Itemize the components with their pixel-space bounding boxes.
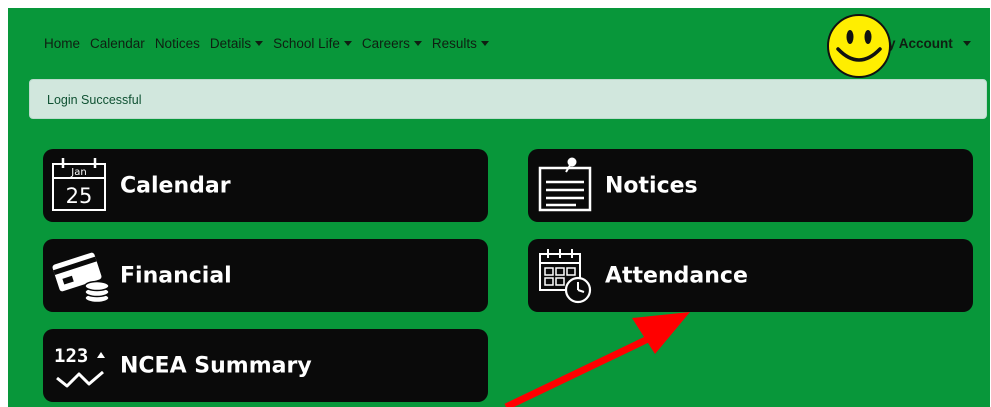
nav-results-dropdown[interactable]: Results — [432, 36, 489, 51]
nav-careers-label: Careers — [361, 36, 410, 51]
notice-board-icon — [538, 157, 592, 212]
top-navbar: Home Calendar Notices Details School Lif… — [8, 8, 990, 80]
nav-home-label: Home — [44, 36, 81, 51]
caret-down-icon — [413, 41, 422, 46]
nav-calendar[interactable]: Calendar — [90, 36, 145, 51]
financial-tile[interactable]: Financial — [43, 239, 488, 312]
ncea-summary-tile-label: NCEA Summary — [120, 353, 312, 378]
calendar-icon-day: 25 — [66, 184, 93, 208]
notices-tile[interactable]: Notices — [528, 149, 973, 222]
nav-careers-dropdown[interactable]: Careers — [362, 36, 422, 51]
nav-notices-label: Notices — [154, 36, 200, 51]
nav-school-life-dropdown[interactable]: School Life — [273, 36, 352, 51]
nav-details-label: Details — [209, 36, 252, 51]
calendar-icon: Jan 25 — [52, 158, 106, 211]
attendance-tile-label: Attendance — [605, 263, 748, 288]
nav-details-dropdown[interactable]: Details — [209, 36, 264, 51]
card-coins-icon — [52, 252, 110, 304]
my-account-label: y Account — [888, 36, 953, 51]
attendance-tile[interactable]: Attendance — [528, 239, 973, 312]
caret-down-icon — [480, 41, 489, 46]
nav-school-life-label: School Life — [273, 36, 340, 51]
nav-links: Home Calendar Notices Details School Lif… — [44, 36, 499, 51]
page-frame: Home Calendar Notices Details School Lif… — [8, 8, 990, 407]
calendar-tile[interactable]: Jan 25 Calendar — [43, 149, 488, 222]
ncea-icon-digits: 123 — [54, 345, 88, 367]
123-chart-icon: 123 — [54, 345, 105, 388]
caret-down-icon — [343, 41, 352, 46]
nav-calendar-label: Calendar — [90, 36, 145, 51]
my-account-dropdown[interactable]: y Account — [888, 36, 971, 51]
nav-home[interactable]: Home — [44, 36, 80, 51]
alert-message: Login Successful — [47, 93, 142, 107]
notices-tile-label: Notices — [605, 173, 698, 198]
nav-notices[interactable]: Notices — [155, 36, 200, 51]
caret-down-icon — [255, 41, 264, 46]
calendar-icon-month: Jan — [70, 167, 86, 178]
financial-tile-label: Financial — [120, 263, 232, 288]
ncea-summary-tile[interactable]: 123 NCEA Summary — [43, 329, 488, 402]
calendar-clock-icon — [539, 249, 592, 304]
caret-down-icon — [962, 41, 971, 46]
calendar-tile-label: Calendar — [120, 173, 231, 198]
nav-results-label: Results — [431, 36, 477, 51]
smiley-face-icon — [827, 14, 891, 78]
login-success-alert: Login Successful — [29, 79, 987, 119]
